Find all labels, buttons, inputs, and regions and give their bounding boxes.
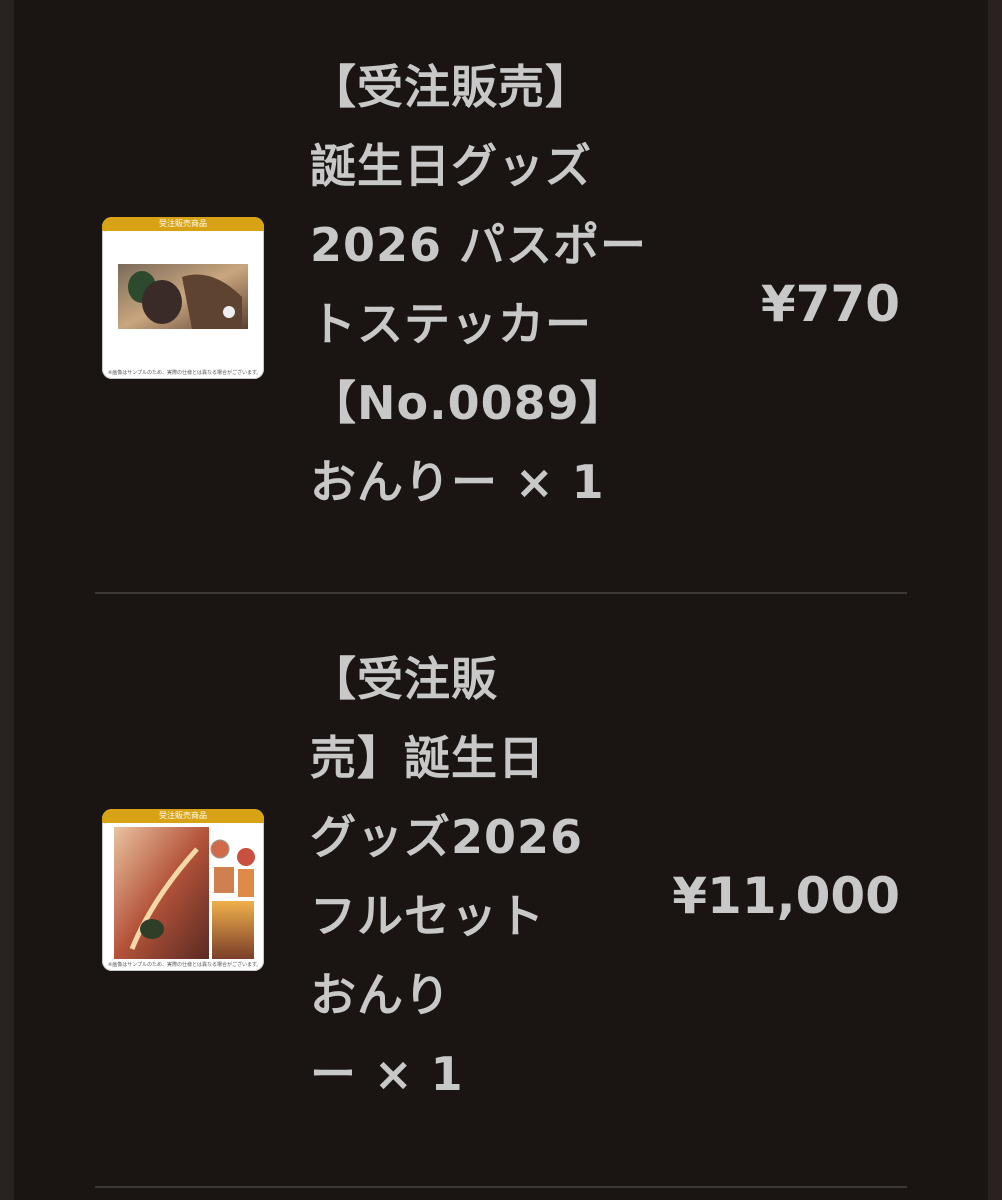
product-name-line: トステッカー xyxy=(310,297,592,351)
sticker-product-image xyxy=(118,264,248,329)
product-name-line: 誕生日グッズ xyxy=(310,139,592,193)
item-divider xyxy=(95,592,907,594)
product-price: ¥770 xyxy=(760,275,900,333)
product-name-line: グッズ2026 xyxy=(310,810,584,864)
left-border xyxy=(0,0,14,1200)
full-set-product-image xyxy=(114,827,255,959)
thumbnail-note: ※画像はサンプルのため、実際の仕様とは異なる場合がございます。 xyxy=(108,370,258,376)
product-name-line: 【No.0089】 xyxy=(310,376,627,430)
product-thumbnail[interactable]: 受注販売商品 ※画像はサンプルのため、実際の仕様とは異なる場合がございます。 xyxy=(102,809,264,971)
product-name-line: おんりー × 1 xyxy=(310,455,605,509)
product-name-line: おんり xyxy=(310,968,451,1022)
product-name-line: 2026 パスポー xyxy=(310,218,648,272)
product-name-line: 【受注販売】 xyxy=(310,60,592,114)
product-name-line: 【受注販 xyxy=(310,652,498,706)
product-name-line: 売】誕生日 xyxy=(310,731,545,785)
thumbnail-note: ※画像はサンプルのため、実際の仕様とは異なる場合がございます。 xyxy=(108,962,258,968)
product-name-line: ー × 1 xyxy=(310,1047,464,1101)
item-divider xyxy=(95,1186,907,1188)
product-name-line: フルセット xyxy=(310,889,545,943)
product-name[interactable]: 【受注販 売】誕生日 グッズ2026 フルセット おんり ー × 1 xyxy=(310,640,583,1114)
product-thumbnail[interactable]: 受注販売商品 ※画像はサンプルのため、実際の仕様とは異なる場合がございます。 xyxy=(102,217,264,379)
product-price: ¥11,000 xyxy=(672,867,900,925)
right-border xyxy=(988,0,1002,1200)
product-name[interactable]: 【受注販売】 誕生日グッズ 2026 パスポー トステッカー 【No.0089】… xyxy=(310,48,647,522)
